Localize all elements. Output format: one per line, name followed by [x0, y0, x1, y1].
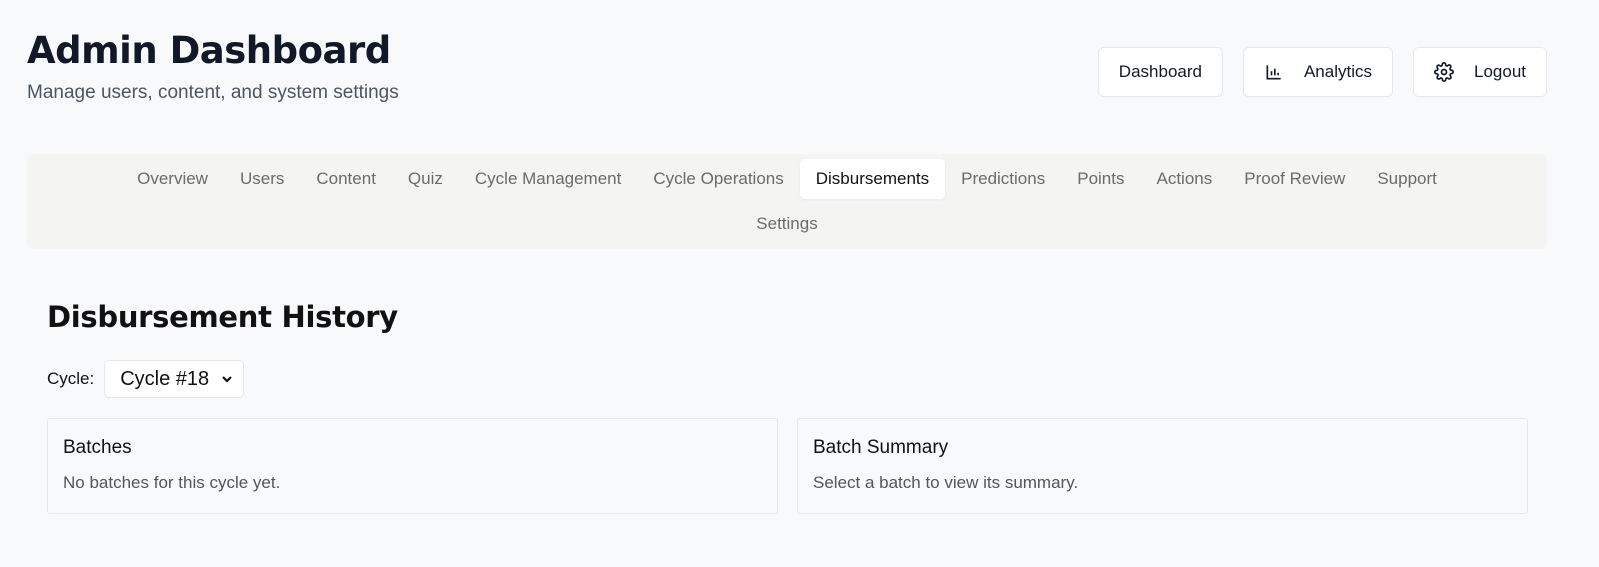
analytics-button[interactable]: Analytics [1242, 47, 1393, 97]
cycle-select-value: Cycle #18 [120, 367, 210, 390]
dashboard-button[interactable]: Dashboard [1097, 47, 1223, 97]
cycle-label: Cycle: [47, 369, 95, 388]
tab-proof-review[interactable]: Proof Review [1228, 159, 1361, 199]
tab-support[interactable]: Support [1361, 159, 1453, 199]
batch-summary-message: Select a batch to view its summary. [813, 473, 1079, 492]
tab-disbursements[interactable]: Disbursements [799, 159, 946, 199]
chevron-down-icon [221, 373, 233, 385]
tab-predictions[interactable]: Predictions [945, 159, 1061, 199]
tab-settings[interactable]: Settings [740, 204, 833, 244]
batch-summary-title: Batch Summary [813, 437, 949, 458]
tab-cycle-management[interactable]: Cycle Management [459, 159, 637, 199]
analytics-button-label: Analytics [1303, 62, 1372, 81]
tab-users[interactable]: Users [224, 159, 300, 199]
bar-chart-icon [1264, 62, 1284, 82]
cycle-filter: Cycle: Cycle #18 [47, 360, 245, 398]
dashboard-button-label: Dashboard [1118, 62, 1202, 81]
page-subtitle: Manage users, content, and system settin… [27, 82, 399, 103]
admin-tabs: Overview Users Content Quiz Cycle Manage… [27, 154, 1547, 249]
batch-summary-card: Batch Summary Select a batch to view its… [797, 418, 1528, 514]
tab-actions[interactable]: Actions [1140, 159, 1228, 199]
tab-cycle-operations[interactable]: Cycle Operations [637, 159, 799, 199]
page-title: Admin Dashboard [27, 29, 391, 72]
tab-points[interactable]: Points [1061, 159, 1140, 199]
batches-empty-message: No batches for this cycle yet. [63, 473, 281, 492]
tab-content[interactable]: Content [300, 159, 392, 199]
header-actions: Dashboard Analytics Logout [1097, 47, 1547, 97]
tab-quiz[interactable]: Quiz [392, 159, 459, 199]
section-title: Disbursement History [47, 300, 398, 334]
gear-icon [1434, 62, 1454, 82]
logout-button[interactable]: Logout [1413, 47, 1547, 97]
batches-title: Batches [63, 437, 132, 458]
page-header: Admin Dashboard Manage users, content, a… [27, 28, 399, 104]
tab-overview[interactable]: Overview [121, 159, 224, 199]
batches-card: Batches No batches for this cycle yet. [47, 418, 778, 514]
logout-button-label: Logout [1474, 62, 1526, 81]
cycle-select[interactable]: Cycle #18 [104, 360, 245, 398]
